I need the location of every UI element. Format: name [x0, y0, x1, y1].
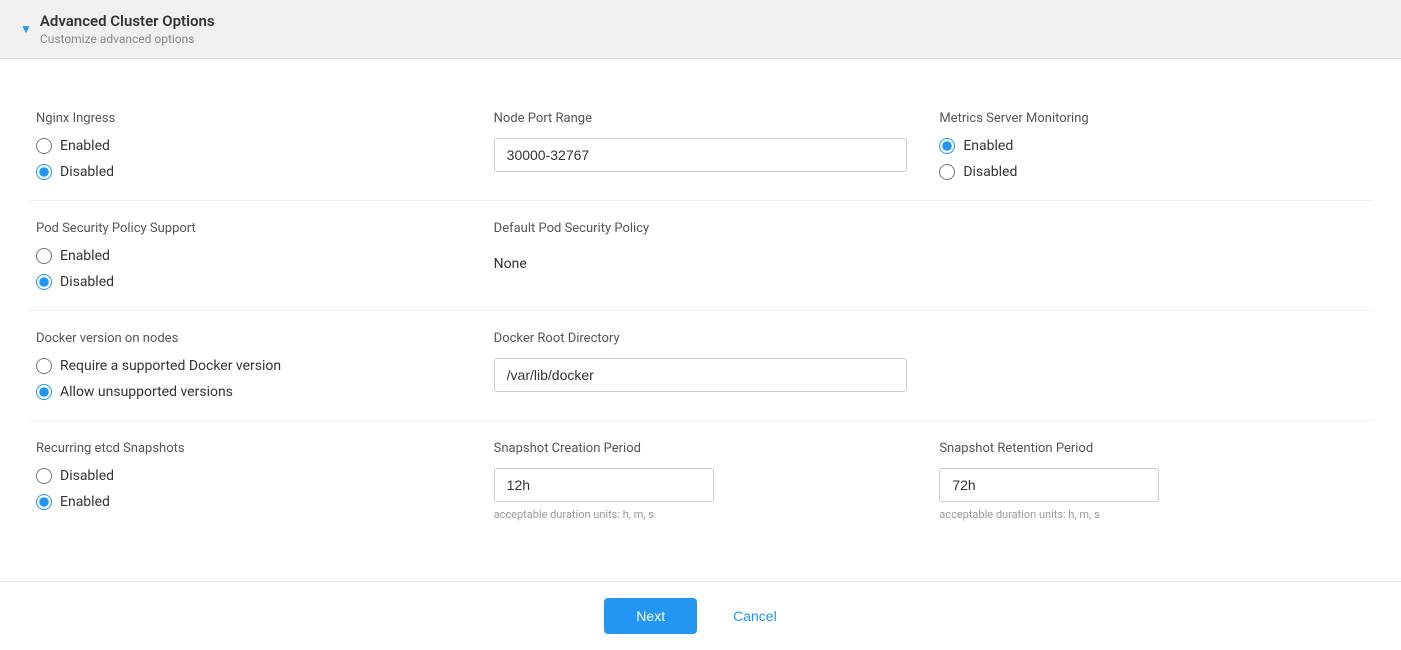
- nginx-ingress-enabled-option[interactable]: Enabled: [36, 138, 462, 154]
- pod-security-policy-label: Pod Security Policy Support: [36, 221, 462, 236]
- metrics-disabled-label: Disabled: [963, 164, 1017, 180]
- nginx-ingress-label: Nginx Ingress: [36, 111, 462, 126]
- node-port-range-label: Node Port Range: [494, 111, 908, 126]
- snapshot-retention-hint: acceptable duration units: h, m, s: [939, 508, 1365, 521]
- docker-root-dir-input[interactable]: [494, 358, 908, 392]
- default-pod-security-label: Default Pod Security Policy: [494, 221, 908, 236]
- section-subtitle: Customize advanced options: [40, 32, 215, 46]
- form-row-4: Recurring etcd Snapshots Disabled Enable…: [28, 420, 1373, 541]
- pod-security-enabled-radio[interactable]: [36, 248, 52, 264]
- nginx-ingress-disabled-label: Disabled: [60, 164, 114, 180]
- section-header: ▼ Advanced Cluster Options Customize adv…: [0, 0, 1401, 59]
- row2-right-cell: [923, 221, 1369, 290]
- page-wrapper: ▼ Advanced Cluster Options Customize adv…: [0, 0, 1401, 650]
- snapshot-creation-label: Snapshot Creation Period: [494, 441, 908, 456]
- pod-security-enabled-option[interactable]: Enabled: [36, 248, 462, 264]
- default-pod-security-value: None: [494, 248, 908, 280]
- pod-security-enabled-label: Enabled: [60, 248, 110, 264]
- nginx-ingress-enabled-radio[interactable]: [36, 138, 52, 154]
- metrics-disabled-radio[interactable]: [939, 164, 955, 180]
- snapshot-creation-hint: acceptable duration units: h, m, s: [494, 508, 908, 521]
- pod-security-policy-cell: Pod Security Policy Support Enabled Disa…: [32, 221, 478, 290]
- nginx-ingress-radio-group: Enabled Disabled: [36, 138, 462, 180]
- etcd-snapshots-label: Recurring etcd Snapshots: [36, 441, 462, 456]
- nginx-ingress-cell: Nginx Ingress Enabled Disabled: [32, 111, 478, 180]
- nginx-ingress-disabled-radio[interactable]: [36, 164, 52, 180]
- nginx-ingress-disabled-option[interactable]: Disabled: [36, 164, 462, 180]
- etcd-disabled-radio[interactable]: [36, 468, 52, 484]
- default-pod-security-cell: Default Pod Security Policy None: [478, 221, 924, 290]
- etcd-disabled-label: Disabled: [60, 468, 114, 484]
- section-title: Advanced Cluster Options: [40, 12, 215, 30]
- docker-root-dir-label: Docker Root Directory: [494, 331, 908, 346]
- next-button[interactable]: Next: [604, 598, 697, 634]
- node-port-range-input[interactable]: [494, 138, 908, 172]
- docker-require-label: Require a supported Docker version: [60, 358, 281, 374]
- node-port-range-cell: Node Port Range: [478, 111, 924, 180]
- snapshot-retention-cell: Snapshot Retention Period acceptable dur…: [923, 441, 1369, 521]
- metrics-server-label: Metrics Server Monitoring: [939, 111, 1365, 126]
- rows-container: Nginx Ingress Enabled Disabled Node Port: [28, 83, 1373, 549]
- form-row-2: Pod Security Policy Support Enabled Disa…: [28, 200, 1373, 310]
- etcd-snapshots-cell: Recurring etcd Snapshots Disabled Enable…: [32, 441, 478, 521]
- nginx-ingress-enabled-label: Enabled: [60, 138, 110, 154]
- docker-version-label: Docker version on nodes: [36, 331, 462, 346]
- main-content: Nginx Ingress Enabled Disabled Node Port: [0, 59, 1401, 581]
- etcd-enabled-radio[interactable]: [36, 494, 52, 510]
- etcd-disabled-option[interactable]: Disabled: [36, 468, 462, 484]
- docker-allow-label: Allow unsupported versions: [60, 384, 233, 400]
- etcd-snapshots-radio-group: Disabled Enabled: [36, 468, 462, 510]
- pod-security-disabled-radio[interactable]: [36, 274, 52, 290]
- collapse-icon[interactable]: ▼: [20, 22, 32, 36]
- docker-require-option[interactable]: Require a supported Docker version: [36, 358, 462, 374]
- pod-security-disabled-option[interactable]: Disabled: [36, 274, 462, 290]
- snapshot-creation-cell: Snapshot Creation Period acceptable dura…: [478, 441, 924, 521]
- metrics-disabled-option[interactable]: Disabled: [939, 164, 1365, 180]
- snapshot-creation-input[interactable]: [494, 468, 714, 502]
- docker-root-dir-cell: Docker Root Directory: [478, 331, 924, 400]
- docker-version-cell: Docker version on nodes Require a suppor…: [32, 331, 478, 400]
- etcd-enabled-label: Enabled: [60, 494, 110, 510]
- snapshot-retention-label: Snapshot Retention Period: [939, 441, 1365, 456]
- section-header-text: Advanced Cluster Options Customize advan…: [40, 12, 215, 46]
- form-row-3: Docker version on nodes Require a suppor…: [28, 310, 1373, 420]
- snapshot-retention-input[interactable]: [939, 468, 1159, 502]
- metrics-enabled-option[interactable]: Enabled: [939, 138, 1365, 154]
- metrics-server-radio-group: Enabled Disabled: [939, 138, 1365, 180]
- docker-allow-option[interactable]: Allow unsupported versions: [36, 384, 462, 400]
- pod-security-policy-radio-group: Enabled Disabled: [36, 248, 462, 290]
- metrics-enabled-radio[interactable]: [939, 138, 955, 154]
- cancel-button[interactable]: Cancel: [713, 598, 797, 634]
- docker-require-radio[interactable]: [36, 358, 52, 374]
- footer: Next Cancel: [0, 581, 1401, 650]
- pod-security-disabled-label: Disabled: [60, 274, 114, 290]
- form-row-1: Nginx Ingress Enabled Disabled Node Port: [28, 91, 1373, 200]
- etcd-enabled-option[interactable]: Enabled: [36, 494, 462, 510]
- metrics-server-cell: Metrics Server Monitoring Enabled Disabl…: [923, 111, 1369, 180]
- row3-right-cell: [923, 331, 1369, 400]
- docker-version-radio-group: Require a supported Docker version Allow…: [36, 358, 462, 400]
- docker-allow-radio[interactable]: [36, 384, 52, 400]
- metrics-enabled-label: Enabled: [963, 138, 1013, 154]
